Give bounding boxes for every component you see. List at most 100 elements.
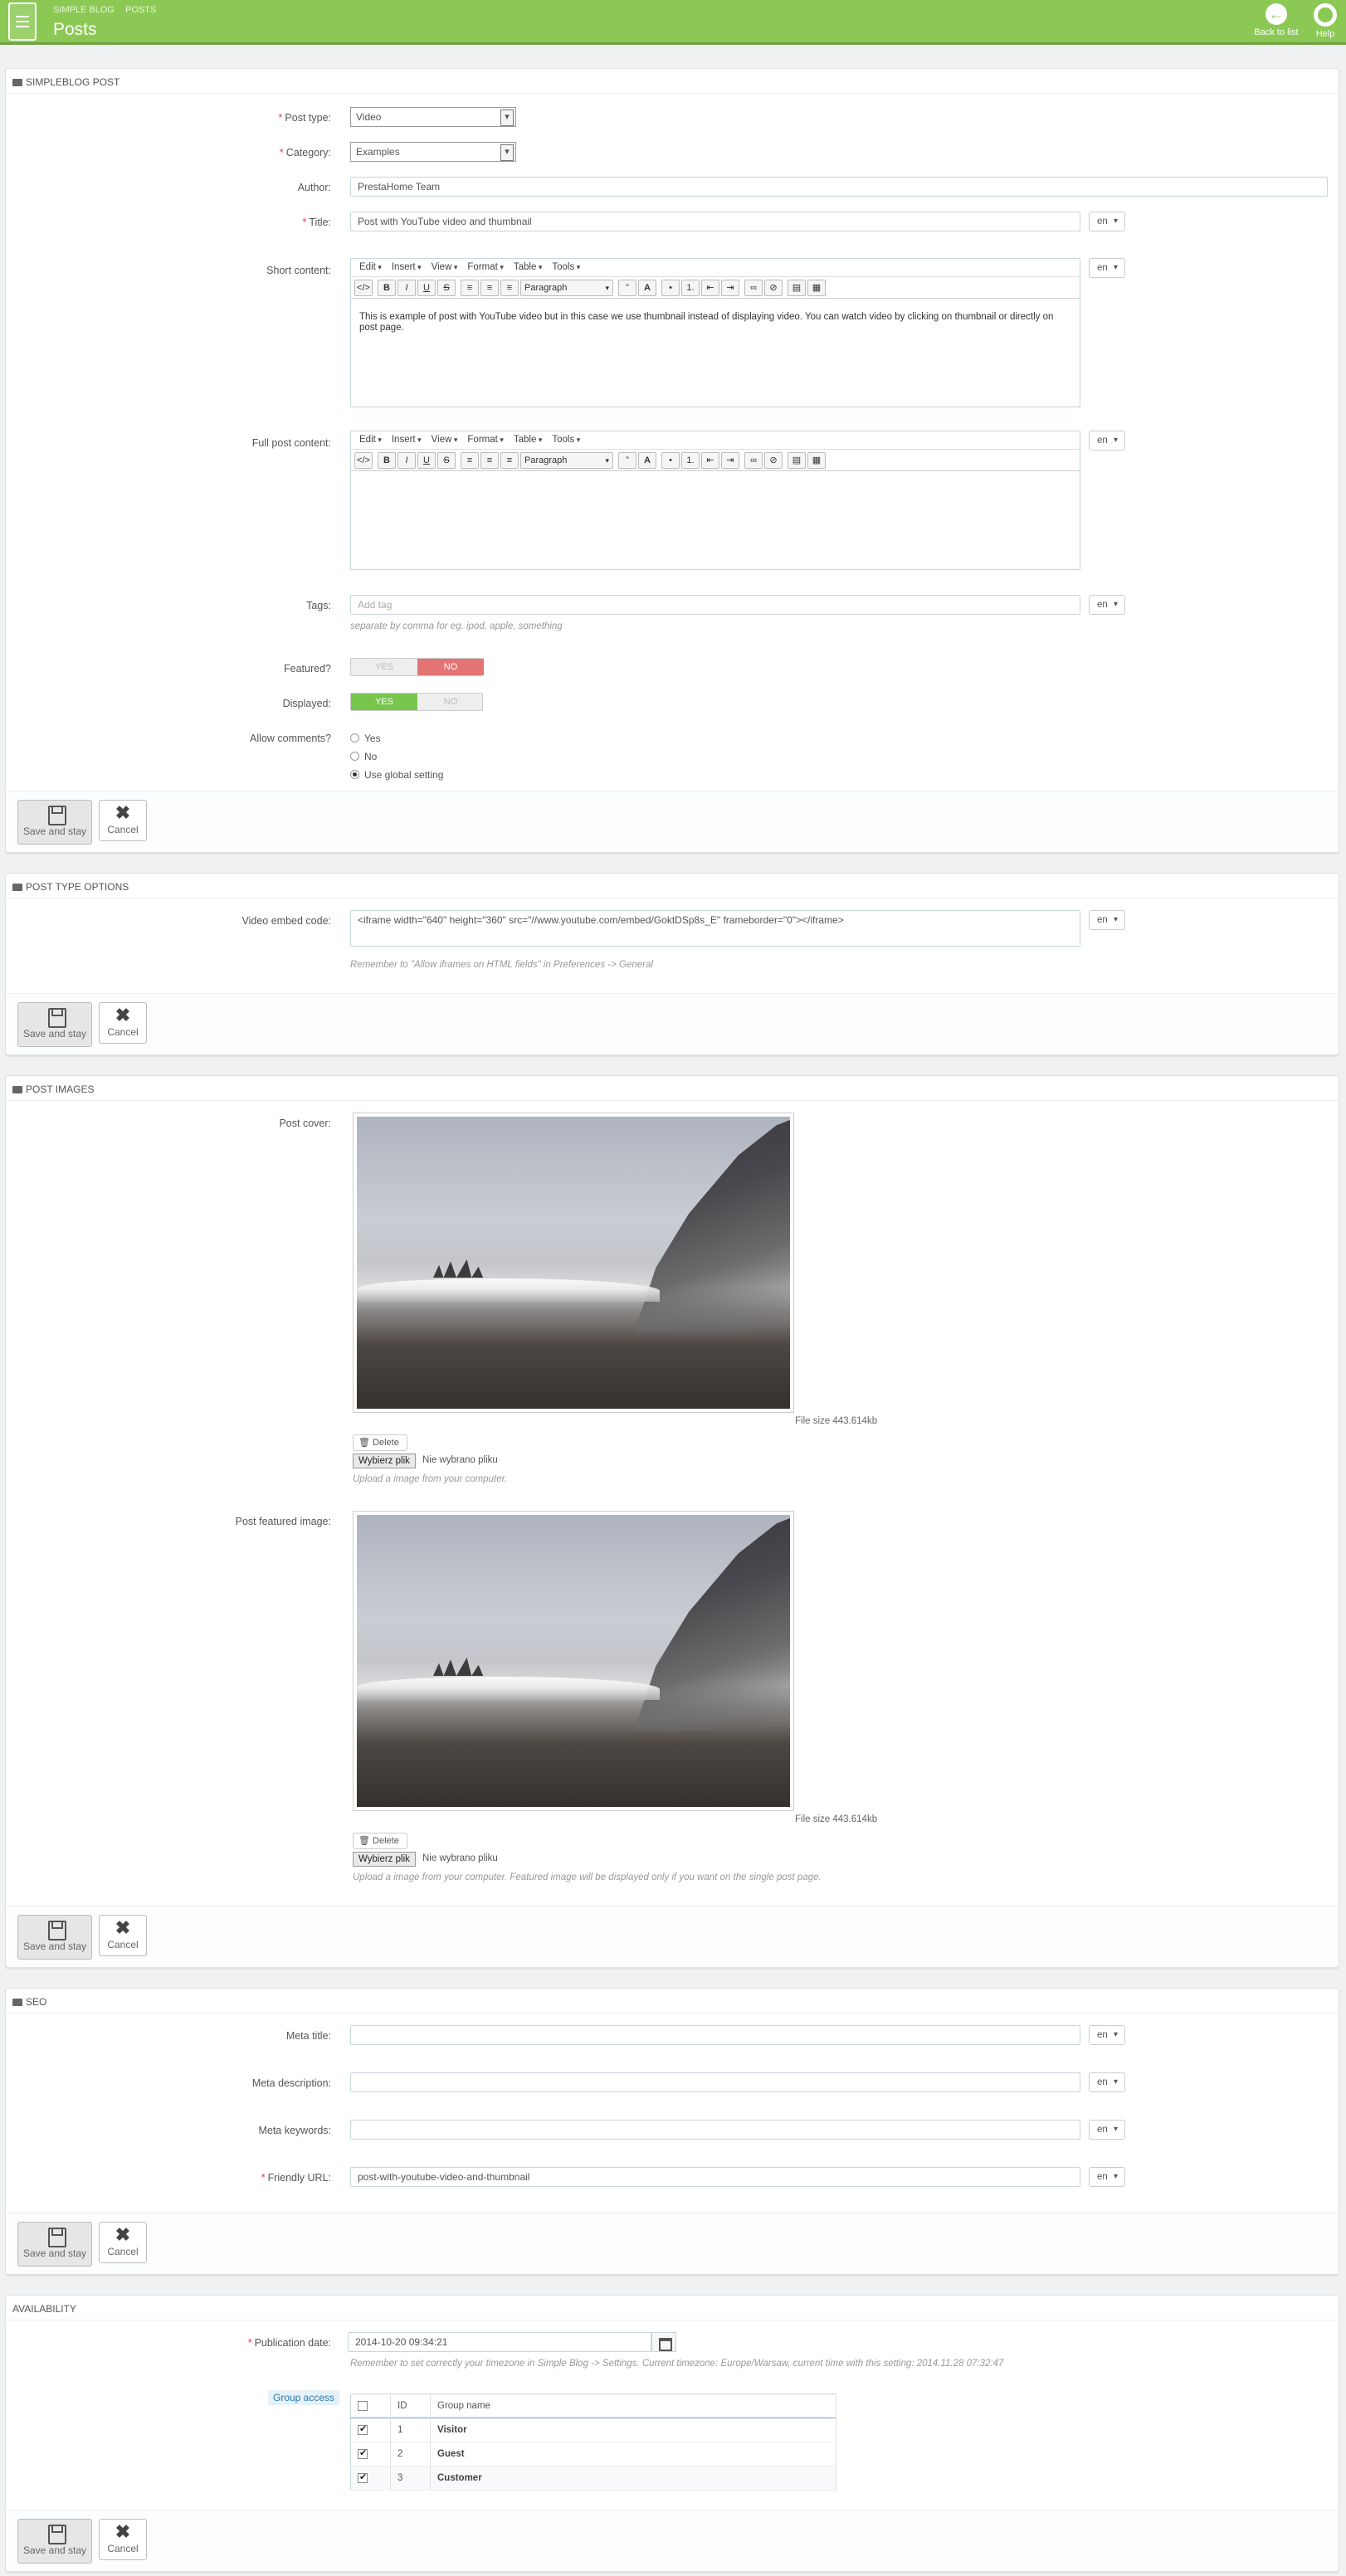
meta-keywords-language-dropdown[interactable]: en: [1089, 2120, 1125, 2140]
full-content-editor[interactable]: EditInsertViewFormatTableTools </>BIUS≡≡…: [350, 431, 1080, 570]
indent-icon[interactable]: ⇥: [721, 280, 739, 296]
short-content-text[interactable]: This is example of post with YouTube vid…: [351, 299, 1080, 347]
tags-input[interactable]: Add tag: [350, 595, 1080, 615]
link-icon[interactable]: ∞: [744, 452, 763, 469]
meta-keywords-input[interactable]: [350, 2120, 1080, 2140]
numbered-list-icon[interactable]: 1.: [681, 452, 700, 469]
short-content-editor[interactable]: EditInsertViewFormatTableTools </> BIUS ≡≡…: [350, 258, 1080, 407]
comments-global-radio[interactable]: Use global setting: [350, 769, 443, 781]
title-language-dropdown[interactable]: en: [1089, 212, 1125, 231]
comments-yes-radio[interactable]: Yes: [350, 733, 381, 744]
displayed-no-option[interactable]: NO: [417, 694, 484, 710]
friendly-url-input[interactable]: post-with-youtube-video-and-thumbnail: [350, 2167, 1080, 2187]
cancel-button[interactable]: ✖ Cancel: [99, 800, 147, 841]
save-and-stay-button[interactable]: Save and stay: [17, 1915, 92, 1960]
menu-insert[interactable]: Insert: [387, 431, 427, 448]
calendar-icon[interactable]: [651, 2332, 676, 2352]
menu-edit[interactable]: Edit: [354, 259, 387, 275]
post-cover-delete-button[interactable]: 🗑 Delete: [353, 1434, 407, 1451]
video-embed-textarea[interactable]: <iframe width="640" height="360" src="//…: [350, 910, 1080, 947]
category-select[interactable]: Examples: [350, 142, 516, 162]
tags-language-dropdown[interactable]: en: [1089, 595, 1125, 615]
image-icon[interactable]: ▦: [807, 452, 826, 469]
row-checkbox-cell[interactable]: [350, 2442, 391, 2466]
italic-icon[interactable]: I: [397, 452, 416, 469]
cancel-button[interactable]: ✖ Cancel: [99, 1915, 147, 1956]
blockquote-icon[interactable]: ”: [618, 280, 636, 296]
author-input[interactable]: PrestaHome Team: [350, 177, 1328, 197]
title-input[interactable]: Post with YouTube video and thumbnail: [350, 212, 1080, 231]
align-right-icon[interactable]: ≡: [500, 452, 519, 469]
row-checkbox-cell[interactable]: [350, 2418, 391, 2442]
numbered-list-icon[interactable]: 1.: [681, 280, 700, 296]
align-left-icon[interactable]: ≡: [461, 452, 479, 469]
comments-no-radio[interactable]: No: [350, 751, 377, 762]
meta-description-language-dropdown[interactable]: en: [1089, 2072, 1125, 2092]
cancel-button[interactable]: ✖ Cancel: [99, 2519, 147, 2560]
align-center-icon[interactable]: ≡: [480, 280, 499, 296]
featured-switch[interactable]: YES NO: [350, 658, 484, 676]
unlink-icon[interactable]: ⊘: [764, 452, 783, 469]
help-button[interactable]: Help: [1296, 3, 1346, 39]
outdent-icon[interactable]: ⇤: [701, 280, 719, 296]
select-all-checkbox[interactable]: [358, 2400, 368, 2411]
select-all-header[interactable]: [350, 2393, 391, 2418]
featured-yes-option[interactable]: YES: [351, 659, 417, 675]
text-color-icon[interactable]: A: [638, 452, 656, 469]
format-select[interactable]: Paragraph: [520, 452, 613, 469]
row-checkbox-cell[interactable]: [350, 2466, 391, 2491]
post-type-select[interactable]: Video: [350, 107, 516, 127]
align-right-icon[interactable]: ≡: [500, 280, 519, 296]
save-and-stay-button[interactable]: Save and stay: [17, 2519, 92, 2564]
menu-tools[interactable]: Tools: [547, 431, 585, 448]
short-content-language-dropdown[interactable]: en: [1089, 258, 1125, 278]
media-icon[interactable]: ▤: [788, 280, 806, 296]
menu-view[interactable]: View: [427, 259, 463, 275]
italic-icon[interactable]: I: [397, 280, 416, 296]
publication-date-input[interactable]: 2014-10-20 09:34:21: [348, 2332, 651, 2352]
save-and-stay-button[interactable]: Save and stay: [17, 800, 92, 845]
menu-table[interactable]: Table: [509, 259, 548, 275]
format-select[interactable]: Paragraph: [520, 280, 613, 296]
full-content-text[interactable]: [351, 471, 1080, 498]
displayed-yes-option[interactable]: YES: [351, 694, 417, 710]
video-embed-language-dropdown[interactable]: en: [1089, 910, 1125, 930]
menu-table[interactable]: Table: [509, 431, 548, 448]
underline-icon[interactable]: U: [417, 452, 436, 469]
source-code-icon[interactable]: </>: [354, 280, 373, 296]
menu-insert[interactable]: Insert: [387, 259, 427, 275]
unlink-icon[interactable]: ⊘: [764, 280, 783, 296]
friendly-url-language-dropdown[interactable]: en: [1089, 2167, 1125, 2187]
outdent-icon[interactable]: ⇤: [701, 452, 719, 469]
bullet-list-icon[interactable]: •: [661, 452, 680, 469]
blockquote-icon[interactable]: ”: [618, 452, 636, 469]
media-icon[interactable]: ▤: [788, 452, 806, 469]
post-featured-delete-button[interactable]: 🗑 Delete: [353, 1833, 407, 1849]
text-color-icon[interactable]: A: [638, 280, 656, 296]
strikethrough-icon[interactable]: S: [437, 280, 456, 296]
group-guest-checkbox[interactable]: [358, 2447, 368, 2459]
displayed-switch[interactable]: YES NO: [350, 693, 483, 711]
bold-icon[interactable]: B: [378, 280, 396, 296]
menu-format[interactable]: Format: [462, 259, 508, 275]
link-icon[interactable]: ∞: [744, 280, 763, 296]
featured-no-option[interactable]: NO: [417, 659, 484, 675]
source-code-icon[interactable]: </>: [354, 452, 373, 469]
full-content-language-dropdown[interactable]: en: [1089, 431, 1125, 450]
meta-title-language-dropdown[interactable]: en: [1089, 2025, 1125, 2045]
bullet-list-icon[interactable]: •: [661, 280, 680, 296]
meta-description-input[interactable]: [350, 2072, 1080, 2092]
group-visitor-checkbox[interactable]: [358, 2423, 368, 2435]
menu-format[interactable]: Format: [462, 431, 508, 448]
breadcrumb-simple-blog[interactable]: SIMPLE BLOG: [53, 5, 115, 15]
bold-icon[interactable]: B: [378, 452, 396, 469]
menu-edit[interactable]: Edit: [354, 431, 387, 448]
menu-tools[interactable]: Tools: [547, 259, 585, 275]
post-cover-choose-file-button[interactable]: Wybierz plik: [353, 1454, 416, 1468]
align-center-icon[interactable]: ≡: [480, 452, 499, 469]
cancel-button[interactable]: ✖ Cancel: [99, 1002, 147, 1044]
post-featured-choose-file-button[interactable]: Wybierz plik: [353, 1852, 416, 1867]
underline-icon[interactable]: U: [417, 280, 436, 296]
cancel-button[interactable]: ✖ Cancel: [99, 2222, 147, 2263]
meta-title-input[interactable]: [350, 2025, 1080, 2045]
